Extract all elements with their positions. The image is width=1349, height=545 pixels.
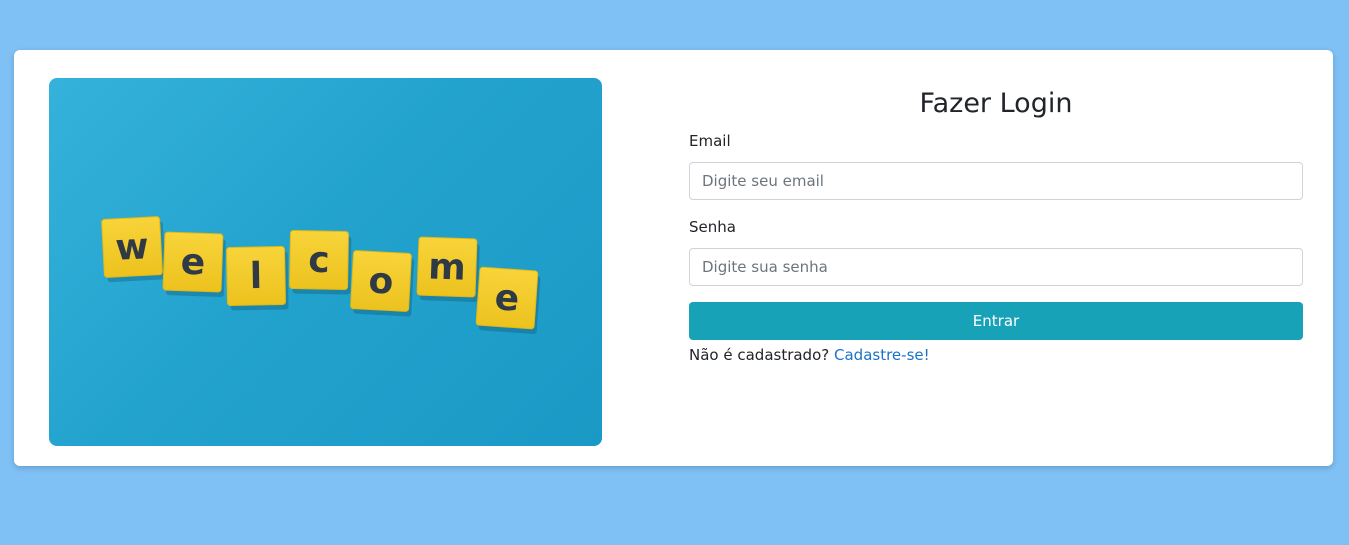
welcome-tiles-illustration: w e l c o me	[101, 216, 541, 334]
password-label: Senha	[689, 218, 736, 236]
letter-tile: m	[416, 236, 480, 302]
welcome-image: welcome	[49, 78, 602, 446]
tile-letter: o	[368, 260, 395, 302]
letter-tile: c	[289, 230, 352, 295]
tile-letter: w	[114, 226, 149, 269]
letter-tile: e	[475, 266, 541, 334]
login-card: welcome Fazer Login Email Senha Entrar N…	[14, 50, 1333, 466]
signup-link[interactable]: Cadastre-se!	[834, 346, 930, 364]
page-title: Fazer Login	[919, 88, 1073, 119]
tile-letter: e	[180, 242, 206, 284]
tile-letter: c	[308, 240, 330, 281]
tile-letter: e	[493, 277, 520, 320]
password-input[interactable]	[689, 248, 1303, 286]
letter-tile: o	[350, 250, 415, 317]
signup-prompt: Não é cadastrado?	[689, 346, 830, 364]
tile-letter: l	[249, 256, 262, 297]
letter-tile: w	[101, 216, 166, 283]
tile-letter: m	[428, 246, 467, 288]
letter-tile: l	[226, 246, 289, 311]
signup-row: Não é cadastrado? Cadastre-se!	[689, 346, 930, 364]
email-label: Email	[689, 132, 731, 150]
letter-tile: e	[162, 231, 226, 297]
email-input[interactable]	[689, 162, 1303, 200]
submit-button[interactable]: Entrar	[689, 302, 1303, 340]
